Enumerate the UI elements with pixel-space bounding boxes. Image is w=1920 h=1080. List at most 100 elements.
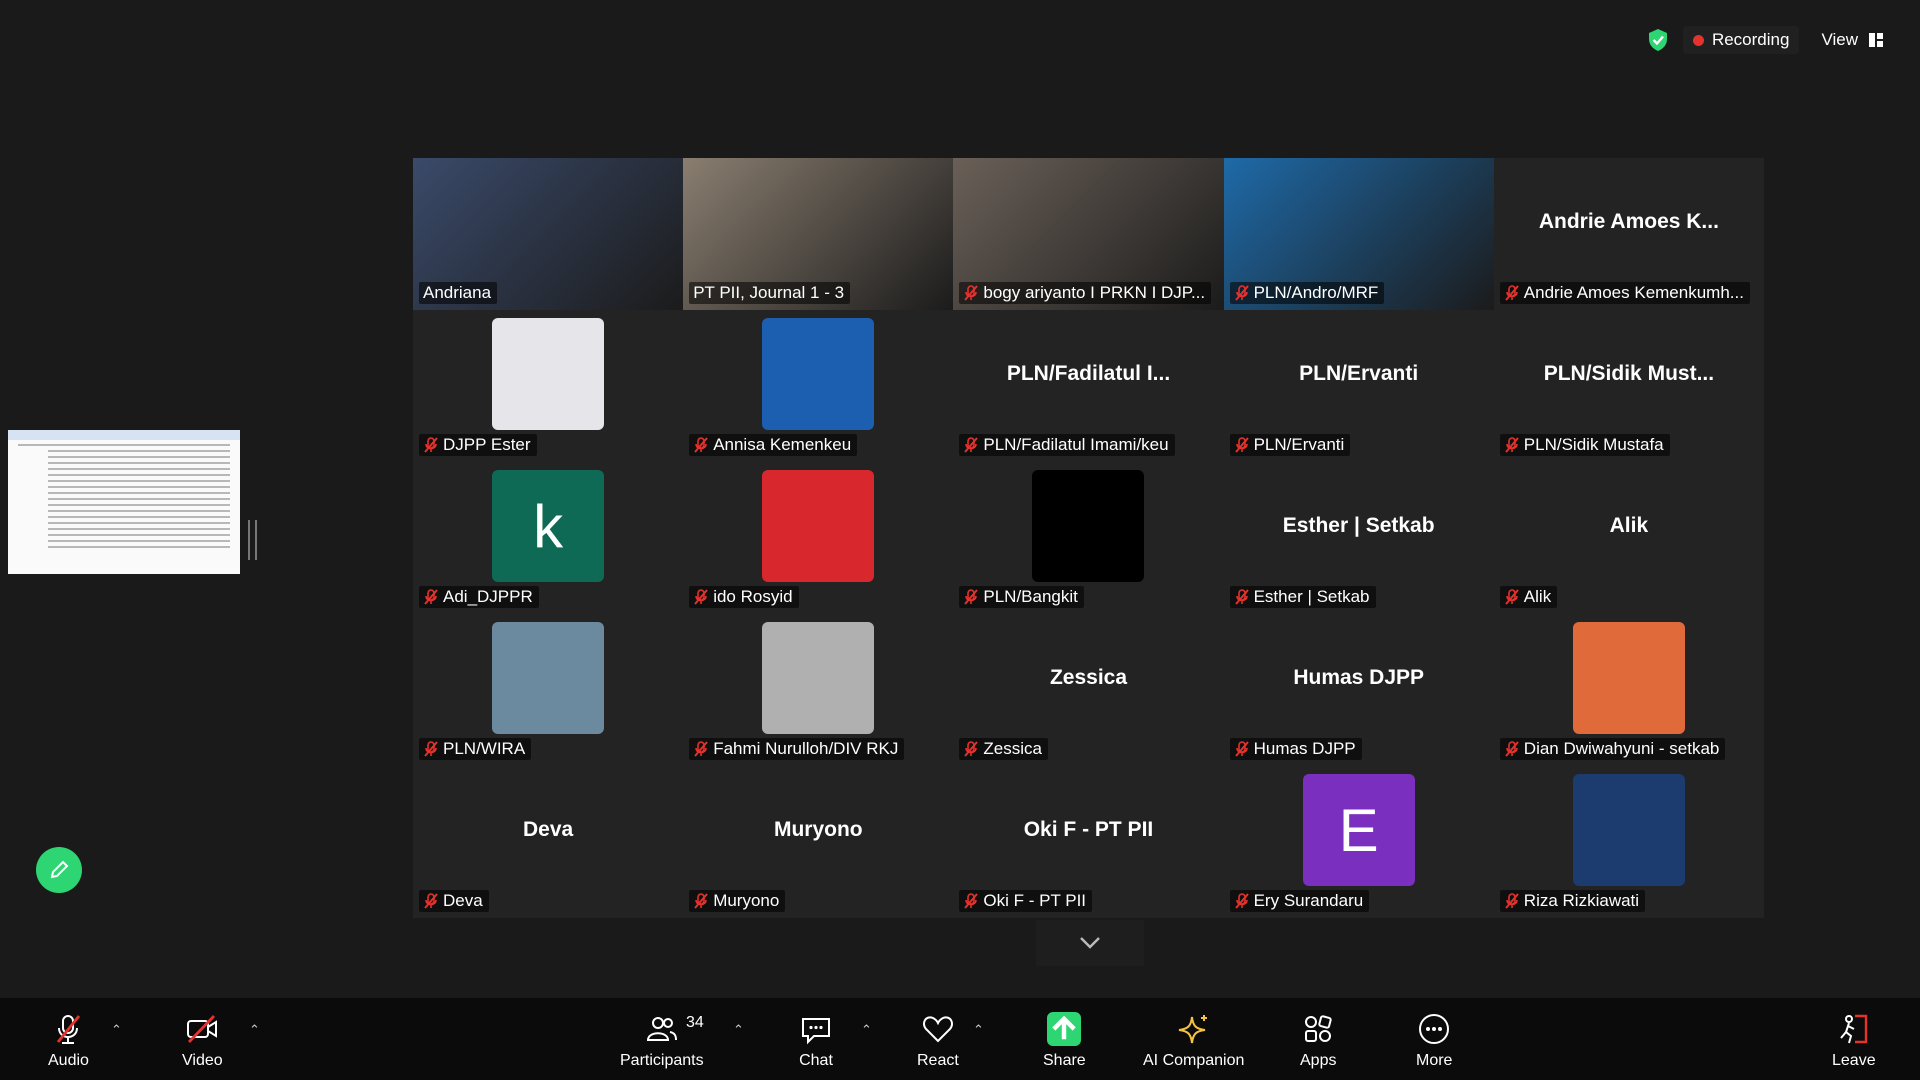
participant-name-label: Fahmi Nurulloh/DIV RKJ (689, 738, 905, 760)
muted-microphone-icon (1234, 285, 1249, 301)
participant-tile[interactable]: Andriana (413, 158, 684, 310)
participant-tile[interactable]: Annisa Kemenkeu (683, 310, 953, 462)
participant-tile[interactable]: k Adi_DJPPR (413, 462, 683, 614)
muted-microphone-icon (964, 741, 979, 757)
panel-splitter-handle[interactable] (248, 520, 257, 560)
annotate-pencil-button[interactable] (36, 847, 82, 893)
participant-tile[interactable]: Humas DJPP Humas DJPP (1224, 614, 1494, 766)
audio-button[interactable]: Audio (48, 1012, 89, 1070)
participant-tile[interactable]: bogy ariyanto I PRKN I DJP... (953, 158, 1224, 310)
participant-tile[interactable]: Dian Dwiwahyuni - setkab (1494, 614, 1764, 766)
participant-display-name: Alik (1609, 514, 1649, 537)
recording-dot-icon (1692, 34, 1704, 46)
participant-name: PLN/Ervanti (1253, 435, 1345, 454)
avatar-letter: E (1338, 796, 1379, 864)
participant-name: Adi_DJPPR (443, 587, 533, 606)
share-button[interactable]: Share (1043, 1012, 1086, 1070)
share-label: Share (1043, 1052, 1086, 1069)
video-options-caret-icon[interactable]: ⌃ (249, 1022, 260, 1038)
participants-options-caret-icon[interactable]: ⌃ (733, 1022, 744, 1038)
chat-options-caret-icon[interactable]: ⌃ (861, 1022, 872, 1038)
react-options-caret-icon[interactable]: ⌃ (973, 1022, 984, 1038)
participant-tile[interactable]: Alik Alik (1494, 462, 1764, 614)
participant-tile[interactable]: Fahmi Nurulloh/DIV RKJ (683, 614, 953, 766)
apps-button[interactable]: Apps (1300, 1012, 1336, 1070)
participant-avatar (1572, 774, 1685, 886)
participant-name-label: ido Rosyid (689, 586, 799, 608)
ai-companion-label: AI Companion (1143, 1052, 1245, 1069)
participant-display-name: Zessica (1049, 666, 1128, 689)
participant-tile[interactable]: PLN/Bangkit (953, 462, 1223, 614)
participant-tile[interactable]: PLN/Andro/MRF (1223, 158, 1494, 310)
participant-tile[interactable]: Oki F - PT PII Oki F - PT PII (953, 766, 1223, 918)
muted-microphone-icon (424, 437, 438, 453)
participant-name-label: PLN/Ervanti (1229, 434, 1351, 456)
participant-tile[interactable]: Riza Rizkiawati (1494, 766, 1764, 918)
chat-button[interactable]: Chat (799, 1012, 833, 1070)
participant-name-label: DJPP Ester (419, 434, 537, 456)
apps-label: Apps (1300, 1052, 1337, 1069)
participant-tile[interactable]: PLN/WIRA (413, 614, 683, 766)
participant-tile[interactable]: ido Rosyid (683, 462, 953, 614)
participant-name: Andrie Amoes Kemenkumh... (1523, 283, 1744, 302)
participant-name: Esther | Setkab (1253, 587, 1370, 606)
heart-icon (922, 1016, 953, 1043)
view-label: View (1821, 30, 1858, 49)
participant-name: Riza Rizkiawati (1523, 891, 1640, 910)
security-shield-icon[interactable] (1647, 28, 1669, 52)
video-button[interactable]: Video (182, 1012, 223, 1070)
participant-name: Ery Surandaru (1253, 891, 1364, 910)
participant-tile[interactable]: DJPP Ester (413, 310, 683, 462)
participant-tile[interactable]: Muryono Muryono (683, 766, 953, 918)
participant-avatar (762, 318, 875, 430)
ai-companion-button[interactable]: AI Companion (1143, 1012, 1244, 1070)
muted-microphone-icon (1505, 893, 1519, 909)
audio-options-caret-icon[interactable]: ⌃ (111, 1022, 122, 1038)
participant-tile[interactable]: PLN/Fadilatul I... PLN/Fadilatul Imami/ke… (953, 310, 1223, 462)
share-screen-icon (1047, 1012, 1082, 1046)
leave-button[interactable]: Leave (1832, 1012, 1876, 1070)
react-button[interactable]: React (917, 1012, 959, 1070)
more-button[interactable]: More (1416, 1012, 1452, 1070)
recording-label: Recording (1711, 30, 1790, 49)
participant-tile[interactable]: Esther | Setkab Esther | Setkab (1224, 462, 1494, 614)
participant-name: PLN/Bangkit (983, 587, 1078, 606)
recording-indicator[interactable]: Recording (1682, 26, 1800, 54)
participant-tile[interactable]: PLN/Ervanti PLN/Ervanti (1224, 310, 1494, 462)
participant-tile[interactable]: PT PII, Journal 1 - 3 (683, 158, 954, 310)
participant-display-name: PLN/Sidik Must... (1543, 362, 1715, 385)
participant-display-name: Muryono (773, 818, 863, 841)
participant-name: PLN/Fadilatul Imami/keu (983, 435, 1169, 454)
participant-display-name: Oki F - PT PII (1023, 818, 1154, 841)
participant-tile[interactable]: Deva Deva (413, 766, 683, 918)
shared-screen-thumbnail[interactable] (8, 430, 240, 574)
muted-microphone-icon (964, 437, 979, 453)
muted-microphone-icon (424, 741, 438, 757)
top-right-bar: Recording View (1647, 26, 1892, 54)
participant-name: Deva (443, 891, 483, 910)
participant-tile[interactable]: PLN/Sidik Must... PLN/Sidik Mustafa (1494, 310, 1764, 462)
participants-icon (646, 1017, 677, 1041)
participant-name-label: Annisa Kemenkeu (689, 434, 858, 456)
participant-name: Annisa Kemenkeu (713, 435, 852, 454)
muted-microphone-icon (1505, 437, 1519, 453)
muted-microphone-icon (694, 893, 708, 909)
participant-name: Andriana (423, 283, 492, 302)
participant-tile[interactable]: Zessica Zessica (953, 614, 1223, 766)
leave-label: Leave (1832, 1052, 1876, 1069)
more-ellipsis-icon (1419, 1014, 1450, 1044)
muted-microphone-icon (1505, 741, 1519, 757)
participant-avatar (1572, 622, 1685, 734)
participant-tile[interactable]: Andrie Amoes K... Andrie Amoes Kemenkumh.… (1494, 158, 1764, 310)
apps-icon (1305, 1015, 1332, 1042)
participant-name-label: PLN/WIRA (419, 738, 532, 760)
view-button[interactable]: View (1813, 26, 1892, 54)
gallery-next-page-button[interactable] (1036, 920, 1144, 966)
participant-name: Humas DJPP (1253, 739, 1356, 758)
muted-microphone-icon (694, 589, 708, 605)
muted-microphone-icon (694, 741, 708, 757)
participant-tile[interactable]: E Ery Surandaru (1224, 766, 1494, 918)
participant-name: Muryono (713, 891, 780, 910)
muted-microphone-icon (964, 589, 979, 605)
participant-name: PLN/WIRA (443, 739, 526, 758)
